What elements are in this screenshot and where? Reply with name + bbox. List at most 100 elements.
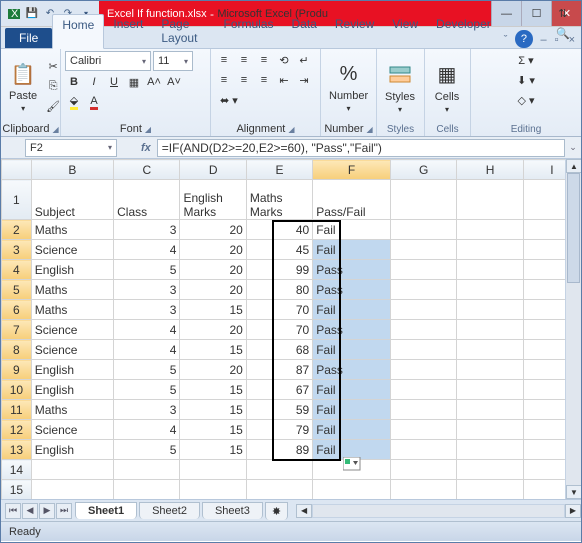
merge-center-icon[interactable]: ⬌ ▾ (215, 91, 243, 109)
cell-E8[interactable]: 68 (246, 340, 312, 360)
sheet-nav-prev-icon[interactable]: ◀ (22, 503, 38, 519)
cell-H7[interactable] (457, 320, 523, 340)
row-header-3[interactable]: 3 (2, 240, 32, 260)
cell-C3[interactable]: 4 (114, 240, 180, 260)
cell-H6[interactable] (457, 300, 523, 320)
cell-F10[interactable]: Fail (313, 380, 391, 400)
cell-G15[interactable] (391, 480, 457, 500)
decrease-indent-icon[interactable]: ⇤ (275, 71, 293, 89)
cell-H11[interactable] (457, 400, 523, 420)
cell-G11[interactable] (391, 400, 457, 420)
fx-icon[interactable]: fx (141, 142, 151, 154)
cell-F4[interactable]: Pass (313, 260, 391, 280)
row-header-10[interactable]: 10 (2, 380, 32, 400)
autofill-options-icon[interactable] (343, 457, 361, 471)
copy-icon[interactable]: ⎘ (44, 78, 62, 96)
cell-H8[interactable] (457, 340, 523, 360)
cell-C15[interactable] (114, 480, 180, 500)
orientation-icon[interactable]: ⟲ (275, 51, 293, 69)
cell-G1[interactable] (391, 180, 457, 220)
cell-G14[interactable] (391, 460, 457, 480)
cell-G13[interactable] (391, 440, 457, 460)
column-header-G[interactable]: G (391, 160, 457, 180)
row-header-5[interactable]: 5 (2, 280, 32, 300)
cell-H12[interactable] (457, 420, 523, 440)
scroll-left-icon[interactable]: ◀ (296, 504, 312, 518)
help-icon[interactable]: ? (515, 30, 532, 48)
save-icon[interactable]: 💾 (25, 7, 39, 21)
cell-B3[interactable]: Science (31, 240, 113, 260)
bold-button[interactable]: B (65, 73, 83, 91)
decrease-font-icon[interactable]: A˅ (165, 73, 183, 91)
sheet-tab-sheet3[interactable]: Sheet3 (202, 502, 263, 519)
align-right-icon[interactable]: ≡ (255, 71, 273, 89)
cell-E10[interactable]: 67 (246, 380, 312, 400)
sort-filter-icon[interactable]: ⇅ (554, 4, 572, 22)
row-header-7[interactable]: 7 (2, 320, 32, 340)
vertical-scrollbar[interactable]: ▲ ▼ (565, 159, 581, 499)
row-header-8[interactable]: 8 (2, 340, 32, 360)
cell-H10[interactable] (457, 380, 523, 400)
styles-button[interactable]: Styles▾ (381, 59, 419, 116)
cell-E1[interactable]: Maths Marks (246, 180, 312, 220)
cell-B14[interactable] (31, 460, 113, 480)
row-header-2[interactable]: 2 (2, 220, 32, 240)
autosum-icon[interactable]: Σ ▾ (517, 51, 535, 69)
cell-E14[interactable] (246, 460, 312, 480)
cell-H5[interactable] (457, 280, 523, 300)
cell-H4[interactable] (457, 260, 523, 280)
cell-H13[interactable] (457, 440, 523, 460)
align-center-icon[interactable]: ≡ (235, 71, 253, 89)
increase-indent-icon[interactable]: ⇥ (295, 71, 313, 89)
column-header-B[interactable]: B (31, 160, 113, 180)
cell-E5[interactable]: 80 (246, 280, 312, 300)
row-header-15[interactable]: 15 (2, 480, 32, 500)
cell-F5[interactable]: Pass (313, 280, 391, 300)
scroll-down-icon[interactable]: ▼ (566, 485, 581, 499)
cell-E15[interactable] (246, 480, 312, 500)
row-header-6[interactable]: 6 (2, 300, 32, 320)
file-tab[interactable]: File (5, 28, 52, 48)
increase-font-icon[interactable]: A˄ (145, 73, 163, 91)
font-name-combo[interactable]: Calibri▾ (65, 51, 151, 71)
cell-F7[interactable]: Pass (313, 320, 391, 340)
column-header-E[interactable]: E (246, 160, 312, 180)
align-top-icon[interactable]: ≡ (215, 51, 233, 69)
cell-C9[interactable]: 5 (114, 360, 180, 380)
cell-H9[interactable] (457, 360, 523, 380)
cell-E13[interactable]: 89 (246, 440, 312, 460)
column-header-F[interactable]: F (313, 160, 391, 180)
format-painter-icon[interactable]: 🖌 (44, 98, 62, 116)
wrap-text-icon[interactable]: ↵ (295, 51, 313, 69)
cut-icon[interactable]: ✂ (44, 58, 62, 76)
cell-B7[interactable]: Science (31, 320, 113, 340)
cell-C11[interactable]: 3 (114, 400, 180, 420)
cell-D14[interactable] (180, 460, 246, 480)
align-bottom-icon[interactable]: ≡ (255, 51, 273, 69)
cell-C4[interactable]: 5 (114, 260, 180, 280)
column-header-D[interactable]: D (180, 160, 246, 180)
ribbon-tab-developer[interactable]: Developer (427, 14, 500, 48)
cell-D1[interactable]: English Marks (180, 180, 246, 220)
row-header-12[interactable]: 12 (2, 420, 32, 440)
column-header-H[interactable]: H (457, 160, 523, 180)
cell-B5[interactable]: Maths (31, 280, 113, 300)
row-header-4[interactable]: 4 (2, 260, 32, 280)
sheet-tab-sheet2[interactable]: Sheet2 (139, 502, 200, 519)
cell-G8[interactable] (391, 340, 457, 360)
cell-H2[interactable] (457, 220, 523, 240)
worksheet-grid[interactable]: BCDEFGHI1SubjectClassEnglish MarksMaths … (1, 159, 581, 499)
row-header-9[interactable]: 9 (2, 360, 32, 380)
row-header-13[interactable]: 13 (2, 440, 32, 460)
cell-C10[interactable]: 5 (114, 380, 180, 400)
cell-H14[interactable] (457, 460, 523, 480)
cell-B2[interactable]: Maths (31, 220, 113, 240)
scroll-up-icon[interactable]: ▲ (566, 159, 581, 173)
cell-D2[interactable]: 20 (180, 220, 246, 240)
cell-C6[interactable]: 3 (114, 300, 180, 320)
cell-F11[interactable]: Fail (313, 400, 391, 420)
cell-B6[interactable]: Maths (31, 300, 113, 320)
align-middle-icon[interactable]: ≡ (235, 51, 253, 69)
fill-color-button[interactable]: ⬙ (65, 93, 83, 111)
select-all-corner[interactable] (2, 160, 32, 180)
